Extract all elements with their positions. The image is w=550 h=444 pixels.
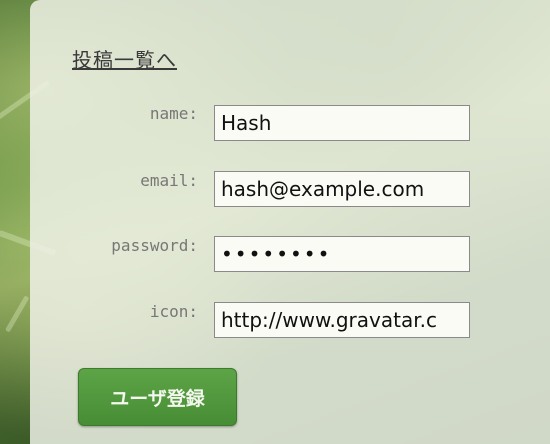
name-label: name: <box>149 104 198 123</box>
password-field[interactable]: •••••••• <box>214 236 470 272</box>
icon-url-field[interactable]: http://www.gravatar.c <box>214 302 470 338</box>
icon-label: icon: <box>149 302 198 321</box>
leaf-stroke <box>5 295 30 333</box>
back-to-posts-link[interactable]: 投稿一覧へ <box>72 44 177 73</box>
email-label: email: <box>140 171 198 190</box>
register-user-button[interactable]: ユーザ登録 <box>78 368 237 426</box>
password-label: password: <box>111 236 198 255</box>
form-panel: 投稿一覧へ name: Hash email: hash@example.com… <box>30 0 550 444</box>
name-field[interactable]: Hash <box>214 105 470 141</box>
email-field[interactable]: hash@example.com <box>214 171 470 207</box>
